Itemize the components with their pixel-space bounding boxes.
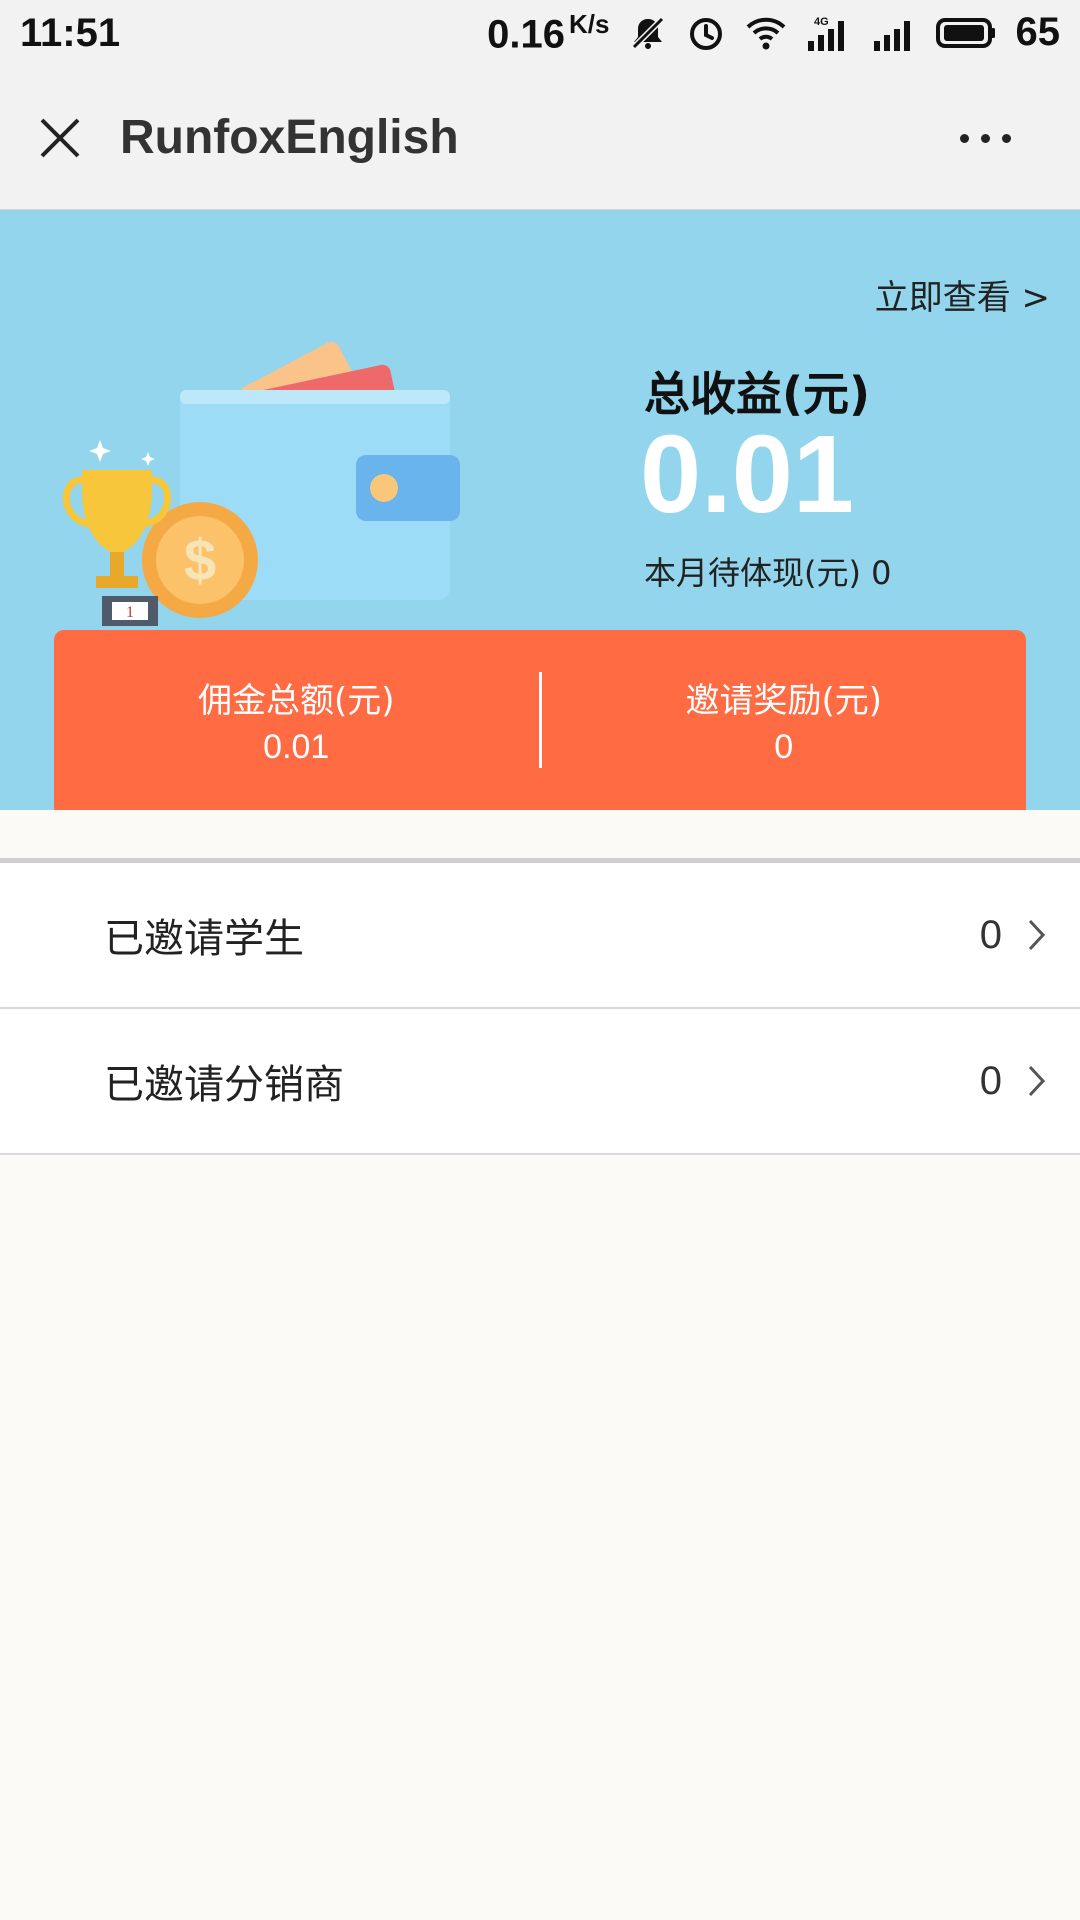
earnings-banner: 立即查看 > $ 1 总收益(元) 0.01 本月待体现(元) 0 佣金总额(元… — [0, 210, 1080, 810]
list-item-count: 0 — [979, 1058, 1002, 1103]
page-title: RunfoxEnglish — [120, 111, 459, 164]
list-item-label: 已邀请学生 — [104, 916, 304, 962]
alarm-icon — [686, 13, 726, 53]
network-speed-value: 0.16 — [487, 12, 566, 57]
svg-text:$: $ — [184, 528, 216, 593]
commission-total-value: 0.01 — [263, 728, 330, 766]
more-button[interactable] — [940, 118, 1030, 158]
wallet-trophy-illustration: $ 1 — [63, 341, 460, 626]
close-icon — [40, 118, 80, 157]
list-item-invited-distributors[interactable]: 已邀请分销商 0 — [0, 1009, 1080, 1155]
invite-reward-value: 0 — [774, 728, 794, 766]
network-speed-unit: K/s — [569, 8, 610, 39]
invite-reward-label: 邀请奖励(元) — [685, 681, 883, 721]
monthly-pending-withdrawal: 本月待体现(元) 0 — [644, 554, 892, 592]
network-badge: 4G — [814, 16, 829, 28]
chevron-right-icon — [1022, 1061, 1052, 1101]
more-icon-dot — [980, 133, 990, 143]
status-bar: 11:51 0.16 K/s 4G 65 — [0, 0, 1080, 66]
signal-icon — [872, 13, 916, 53]
battery-icon — [934, 13, 998, 53]
total-earnings-value: 0.01 — [640, 413, 855, 536]
chevron-right-icon — [1022, 915, 1052, 955]
list-item-count: 0 — [979, 912, 1002, 957]
status-icons: 0.16 K/s 4G 65 — [487, 9, 1060, 57]
wifi-icon — [744, 13, 788, 53]
mute-icon — [628, 13, 668, 53]
commission-total-label: 佣金总额(元) — [197, 681, 395, 721]
battery-level: 65 — [1015, 10, 1061, 55]
title-bar: RunfoxEnglish — [0, 66, 1080, 210]
invite-list: 已邀请学生 0 已邀请分销商 0 — [0, 858, 1080, 1155]
close-button[interactable] — [0, 66, 120, 210]
list-item-label: 已邀请分销商 — [104, 1062, 344, 1108]
more-icon-dot — [1001, 133, 1011, 143]
signal-icon: 4G — [806, 13, 854, 53]
status-time: 11:51 — [20, 10, 121, 55]
more-icon-dot — [959, 133, 969, 143]
trophy-label: 1 — [126, 604, 134, 621]
invite-reward: 邀请奖励(元) 0 — [542, 673, 1027, 767]
stats-card: 佣金总额(元) 0.01 邀请奖励(元) 0 — [54, 630, 1026, 810]
view-now-link[interactable]: 立即查看 > — [875, 270, 1050, 319]
list-item-invited-students[interactable]: 已邀请学生 0 — [0, 863, 1080, 1009]
network-speed: 0.16 K/s — [487, 9, 609, 57]
commission-total: 佣金总额(元) 0.01 — [54, 673, 539, 767]
